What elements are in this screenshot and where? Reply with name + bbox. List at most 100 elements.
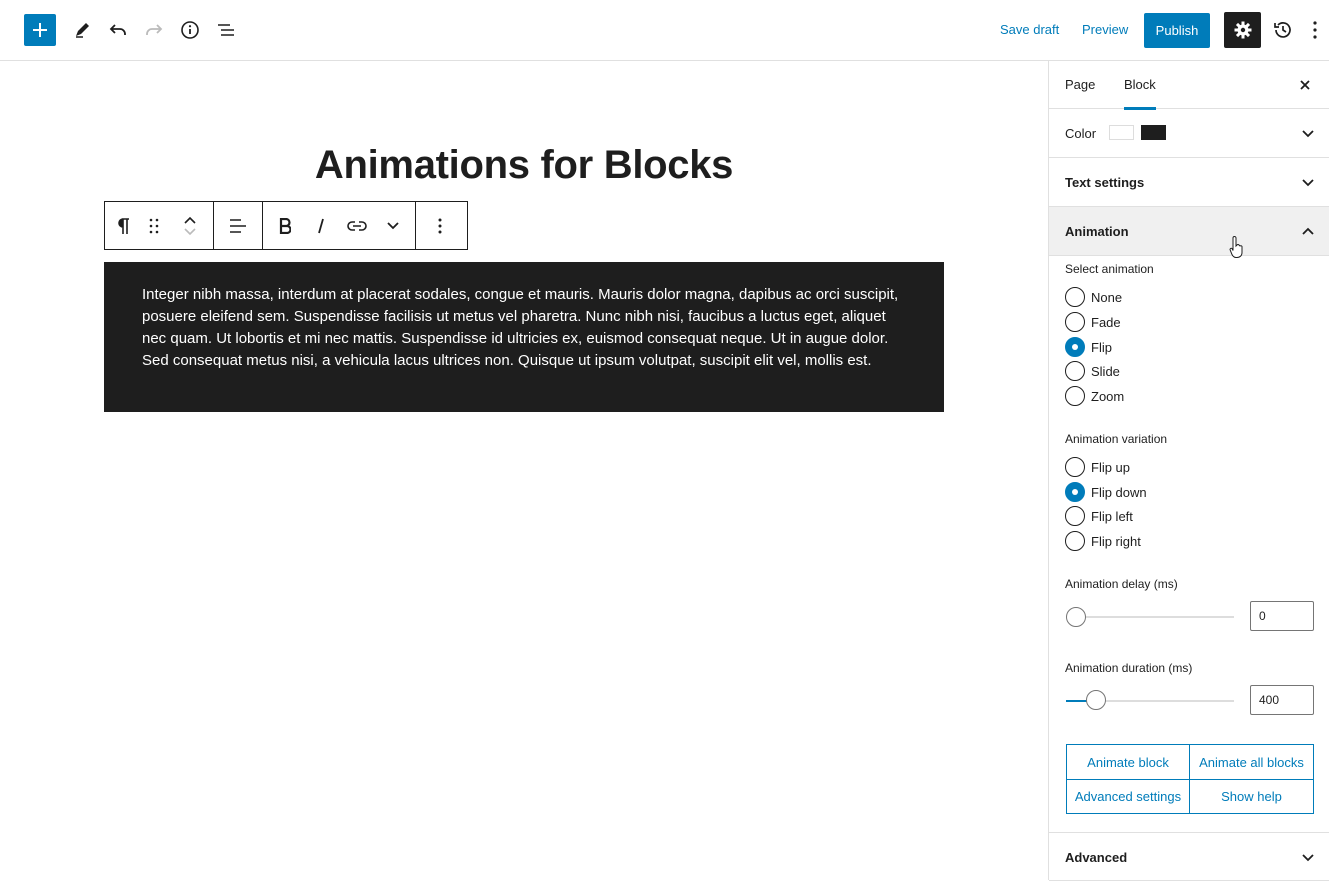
options-group (416, 202, 464, 249)
radio-label: Fade (1091, 314, 1121, 330)
pencil-icon (76, 23, 89, 38)
format-group (263, 202, 416, 249)
delay-slider-track[interactable] (1066, 616, 1234, 618)
radio-button[interactable] (1065, 361, 1085, 381)
radio-animation-slide[interactable]: Slide (1065, 360, 1120, 382)
list-view-icon (218, 24, 234, 36)
info-icon (181, 21, 199, 39)
paragraph-text[interactable]: Integer nibh massa, interdum at placerat… (142, 284, 906, 372)
select-animation-label: Select animation (1065, 262, 1154, 276)
chevron-down-icon[interactable] (184, 227, 196, 236)
animation-duration-label: Animation duration (ms) (1065, 661, 1193, 675)
radio-button[interactable] (1065, 312, 1085, 332)
tab-page[interactable]: Page (1065, 61, 1095, 109)
plus-icon (33, 23, 47, 37)
radio-label: None (1091, 289, 1123, 305)
bold-icon (279, 217, 291, 234)
radio-button[interactable] (1065, 531, 1085, 551)
save-draft-button[interactable]: Save draft (1000, 22, 1059, 37)
close-icon (1300, 80, 1310, 90)
radio-animation-zoom[interactable]: Zoom (1065, 385, 1124, 407)
radio-label: Flip (1091, 339, 1112, 355)
add-block-button[interactable] (24, 14, 56, 46)
undo-icon (109, 24, 126, 35)
redo-button[interactable] (136, 12, 172, 48)
animation-variation-label: Animation variation (1065, 432, 1168, 446)
radio-variation-flip-down[interactable]: Flip down (1065, 481, 1147, 503)
radio-label: Flip right (1091, 533, 1141, 549)
radio-variation-flip-left[interactable]: Flip left (1065, 505, 1133, 527)
background-color-swatch (1109, 125, 1134, 140)
radio-label: Flip down (1091, 484, 1147, 500)
radio-button[interactable] (1065, 457, 1085, 477)
settings-sidebar: Page Block Color Text settings Animation… (1048, 61, 1329, 881)
more-vertical-icon (438, 218, 442, 233)
radio-animation-fade[interactable]: Fade (1065, 311, 1121, 333)
duration-input[interactable]: 400 (1250, 685, 1314, 715)
history-icon (1274, 22, 1291, 38)
chevron-down-icon (387, 221, 399, 229)
block-options-button[interactable] (422, 202, 458, 249)
radio-button-checked[interactable] (1065, 337, 1085, 357)
color-panel-toggle[interactable]: Color (1049, 109, 1329, 158)
radio-label: Flip left (1091, 508, 1133, 524)
more-formatting-button[interactable] (375, 202, 411, 249)
move-buttons (167, 202, 213, 249)
chevron-up-icon[interactable] (184, 216, 196, 224)
editor-header: Save draft Preview Publish (0, 0, 1329, 61)
animation-delay-label: Animation delay (ms) (1065, 577, 1178, 591)
radio-variation-flip-right[interactable]: Flip right (1065, 530, 1141, 552)
animation-actions: Animate block Animate all blocks Advance… (1066, 744, 1314, 814)
align-left-icon (230, 218, 246, 233)
animate-all-blocks-button[interactable]: Animate all blocks (1190, 745, 1313, 780)
bold-button[interactable] (267, 202, 303, 249)
settings-button[interactable] (1224, 12, 1261, 48)
italic-button[interactable] (303, 202, 339, 249)
radio-label: Flip up (1091, 459, 1131, 475)
post-title[interactable]: Animations for Blocks (0, 143, 1048, 188)
radio-button[interactable] (1065, 287, 1085, 307)
drag-handle-icon (149, 218, 159, 233)
advanced-settings-button[interactable]: Advanced settings (1067, 779, 1190, 814)
align-button[interactable] (214, 202, 262, 249)
tab-block[interactable]: Block (1124, 61, 1156, 110)
link-button[interactable] (339, 202, 375, 249)
animation-panel-title: Animation (1065, 224, 1129, 239)
revisions-button[interactable] (1265, 12, 1301, 48)
color-panel-title: Color (1065, 126, 1097, 141)
close-sidebar-button[interactable] (1295, 75, 1315, 95)
radio-button-checked[interactable] (1065, 482, 1085, 502)
paragraph-block-button[interactable] (105, 202, 141, 249)
undo-button[interactable] (100, 12, 136, 48)
advanced-panel-toggle[interactable]: Advanced (1049, 832, 1329, 881)
sidebar-tabs: Page Block (1049, 61, 1329, 110)
radio-button[interactable] (1065, 506, 1085, 526)
hand-cursor-icon (1229, 236, 1243, 258)
details-button[interactable] (172, 12, 208, 48)
animation-panel-toggle[interactable]: Animation (1049, 207, 1329, 256)
link-icon (347, 220, 367, 231)
preview-button[interactable]: Preview (1082, 22, 1128, 37)
radio-animation-none[interactable]: None (1065, 286, 1122, 308)
editor-canvas[interactable]: Animations for Blocks Integer nibh massa… (0, 61, 1048, 880)
drag-handle[interactable] (141, 202, 167, 249)
show-help-button[interactable]: Show help (1190, 779, 1313, 814)
paragraph-block[interactable]: Integer nibh massa, interdum at placerat… (104, 262, 944, 412)
delay-slider-thumb[interactable] (1066, 607, 1086, 627)
align-group (214, 202, 263, 249)
radio-animation-flip[interactable]: Flip (1065, 336, 1112, 358)
list-view-button[interactable] (208, 12, 244, 48)
radio-variation-flip-up[interactable]: Flip up (1065, 456, 1130, 478)
duration-slider-thumb[interactable] (1086, 690, 1106, 710)
block-mover-group (105, 202, 214, 249)
options-menu-button[interactable] (1303, 12, 1327, 48)
delay-input[interactable]: 0 (1250, 601, 1314, 631)
text-settings-panel-title: Text settings (1065, 175, 1145, 190)
chevron-down-icon (1302, 854, 1314, 862)
animate-block-button[interactable]: Animate block (1067, 745, 1190, 780)
publish-button[interactable]: Publish (1144, 13, 1210, 48)
duration-slider-fill (1066, 700, 1088, 702)
radio-button[interactable] (1065, 386, 1085, 406)
text-settings-panel-toggle[interactable]: Text settings (1049, 158, 1329, 207)
tools-button[interactable] (64, 12, 100, 48)
